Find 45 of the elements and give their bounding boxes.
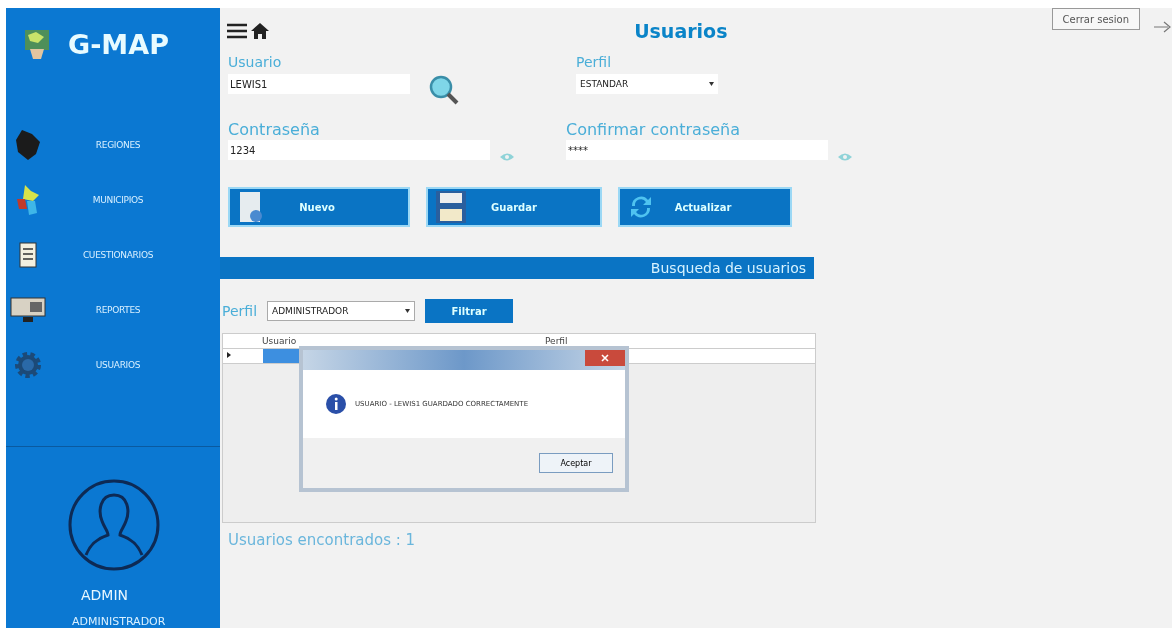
gear-icon [13,350,43,381]
sidebar-item[interactable]: MUNICIPIOS [46,195,220,206]
profile-filter-dropdown[interactable]: ADMINISTRADOR [267,301,416,321]
accept-button[interactable]: Aceptar [539,453,613,473]
username-field[interactable]: LEWIS1 [228,74,410,94]
filter-button[interactable]: Filtrar [425,299,514,323]
page-title: Usuarios [633,20,729,42]
section-header: Busqueda de usuarios [220,257,814,279]
sidebar-item[interactable]: REPORTES [46,305,220,316]
action-button[interactable]: Nuevo [230,189,408,225]
search-icon[interactable] [428,74,460,106]
home-icon[interactable] [250,22,270,40]
column-header: Perfil [544,336,569,346]
menu-icon[interactable] [226,22,248,40]
monitor-icon [10,297,46,324]
caret-icon [709,82,714,86]
field-label: Confirmar contraseña [566,120,742,140]
checklist-icon [19,242,37,269]
column-header: Usuario [261,336,298,346]
avatar-icon [66,477,162,573]
sidebar-item[interactable]: CUESTIONARIOS [46,250,220,261]
field-label: Usuario [228,54,283,72]
close-button[interactable] [585,350,625,366]
info-icon [325,393,347,415]
action-button[interactable]: Guardar [428,189,600,225]
app-name: G-MAP [68,29,169,61]
user-name: ADMIN [81,587,129,603]
password-field[interactable]: 1234 [228,140,490,160]
row-pointer-icon [227,352,231,358]
action-button[interactable]: Actualizar [620,189,790,225]
results-count: Usuarios encontrados : 1 [228,531,417,549]
field-label: Perfil [576,54,613,72]
floppy-icon [434,189,468,225]
confirm-password-field[interactable]: **** [566,140,828,160]
arrow-icon[interactable] [1154,20,1172,34]
sidebar-item[interactable]: USUARIOS [46,360,220,371]
field-label: Contraseña [228,120,321,140]
filter-label: Perfil [222,303,258,319]
caret-icon [405,309,411,313]
close-icon [601,354,609,362]
sidebar-item[interactable]: REGIONES [46,140,220,151]
profile-dropdown[interactable]: ESTANDAR [576,74,718,94]
logo-icon [24,28,50,61]
user-role: ADMINISTRADOR [72,615,166,628]
logout-button[interactable]: Cerrar sesion [1051,8,1140,30]
